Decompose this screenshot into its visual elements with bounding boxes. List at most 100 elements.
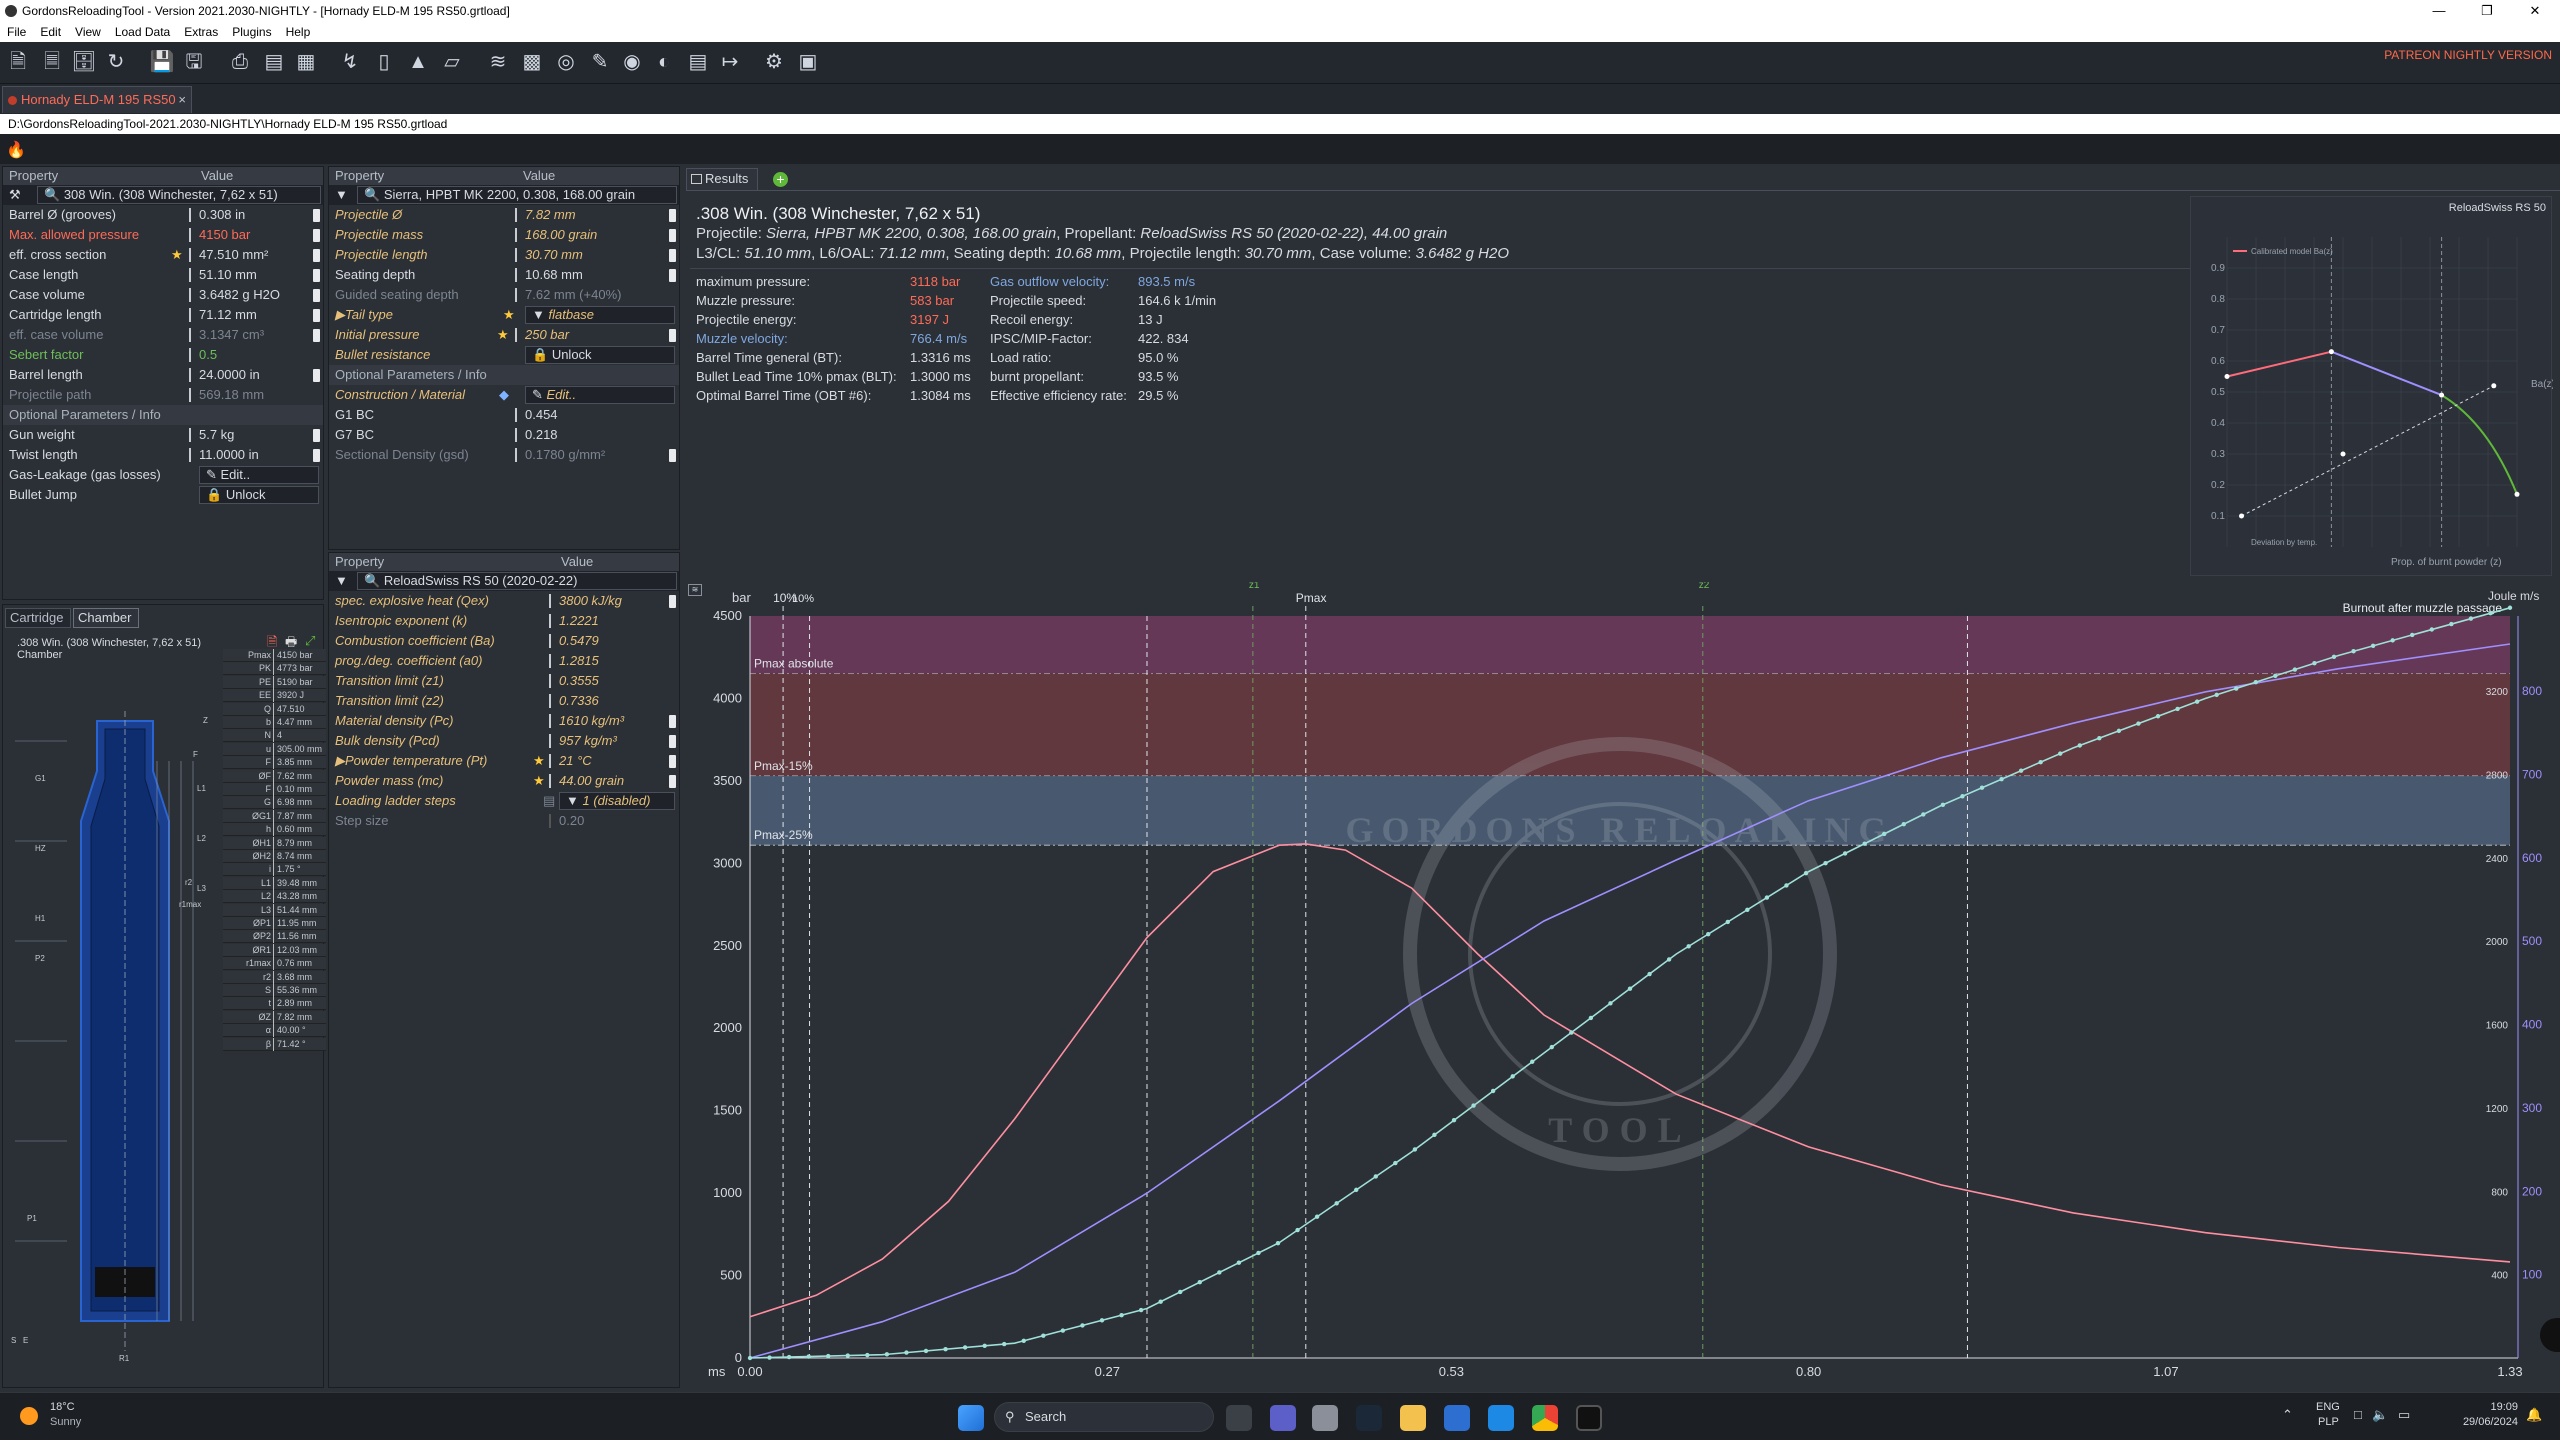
chamber-dim-row[interactable]: β 71.42 ° xyxy=(223,1037,326,1051)
prop-value[interactable]: 71.12 mm xyxy=(189,308,257,322)
material-icon[interactable]: ◆ xyxy=(499,385,509,405)
tab-cartridge[interactable]: Cartridge xyxy=(5,608,71,628)
file-explorer-icon[interactable] xyxy=(1400,1405,1426,1431)
document-tab[interactable]: Hornady ELD-M 195 RS50 × xyxy=(2,86,192,113)
prop-row[interactable]: Construction / Material ◆ ✎ Edit.. xyxy=(329,385,679,405)
prop-value[interactable]: 1.2221 xyxy=(549,614,599,628)
tab-results[interactable]: Results xyxy=(686,168,758,190)
prop-row[interactable]: prog./deg. coefficient (a0) 1.2815 xyxy=(329,651,679,671)
chamber-dim-row[interactable]: h 0.60 mm xyxy=(223,823,326,837)
report-icon[interactable]: ▤ xyxy=(260,48,288,76)
spinner[interactable] xyxy=(313,249,320,262)
prop-row[interactable]: Case length 51.10 mm xyxy=(3,265,323,285)
prop-value[interactable]: 21 °C xyxy=(549,754,592,768)
star-icon[interactable]: ★ xyxy=(533,771,545,791)
prop-value[interactable]: 7.82 mm xyxy=(515,208,576,222)
ladder-steps-combo[interactable]: ▼ 1 (disabled) xyxy=(559,792,675,810)
prop-value[interactable]: 4150 bar xyxy=(189,228,250,242)
chamber-dim-row[interactable]: F 0.10 mm xyxy=(223,783,326,796)
maximize-button[interactable]: ❐ xyxy=(2464,0,2510,22)
dial-icon[interactable]: ◉ xyxy=(618,48,646,76)
notification-icon[interactable]: 🔔 xyxy=(2526,1407,2542,1423)
prop-row[interactable]: Transition limit (z1) 0.3555 xyxy=(329,671,679,691)
gauge-icon[interactable]: ◐ xyxy=(650,48,678,76)
bullet-jump-unlock-button[interactable]: 🔒 Unlock xyxy=(199,486,319,504)
menu-load-data[interactable]: Load Data xyxy=(108,22,177,42)
chamber-dim-row[interactable]: PE 5190 bar xyxy=(223,675,326,689)
prop-row[interactable]: Bullet Jump 🔒 Unlock xyxy=(3,485,323,505)
lang-indicator-2[interactable]: PLP xyxy=(2318,1416,2339,1428)
spinner[interactable] xyxy=(313,229,320,242)
print-icon[interactable]: ⎙ xyxy=(226,48,254,76)
chamber-dim-row[interactable]: r1max 0.76 mm xyxy=(223,957,326,971)
prop-row[interactable]: Cartridge length 71.12 mm xyxy=(3,305,323,325)
prop-value[interactable]: 5.7 kg xyxy=(189,428,234,442)
chamber-dim-row[interactable]: Pmax 4150 bar xyxy=(223,649,326,662)
spinner[interactable] xyxy=(669,735,676,748)
projectile-selector[interactable]: ▼ 🔍 Sierra, HPBT MK 2200, 0.308, 168.00 … xyxy=(329,185,679,205)
chamber-dim-row[interactable]: L1 39.48 mm xyxy=(223,876,326,890)
prop-value[interactable]: 51.10 mm xyxy=(189,268,257,282)
chamber-dim-row[interactable]: ØF 7.62 mm xyxy=(223,769,326,783)
spinner[interactable] xyxy=(669,269,676,282)
target-icon[interactable]: ◎ xyxy=(552,48,580,76)
cartridge-selector[interactable]: ⚒ 🔍 308 Win. (308 Winchester, 7,62 x 51) xyxy=(3,185,323,205)
chamber-dim-row[interactable]: u 305.00 mm xyxy=(223,742,326,756)
chamber-dim-row[interactable]: ØG1 7.87 mm xyxy=(223,809,326,823)
spinner[interactable] xyxy=(313,269,320,282)
prop-value[interactable]: 957 kg/m³ xyxy=(549,734,617,748)
chamber-dim-row[interactable]: ØP1 11.95 mm xyxy=(223,917,326,930)
bullet-icon[interactable]: ▲ xyxy=(404,48,432,76)
prop-row[interactable]: Case volume 3.6482 g H2O xyxy=(3,285,323,305)
chamber-dim-row[interactable]: G 6.98 mm xyxy=(223,796,326,810)
collapse-icon[interactable]: ▼ xyxy=(335,185,348,205)
cartridge-combo[interactable]: 🔍 308 Win. (308 Winchester, 7,62 x 51) xyxy=(37,186,321,204)
minimize-button[interactable]: — xyxy=(2416,0,2462,22)
prop-value[interactable]: 24.0000 in xyxy=(189,368,260,382)
battery-icon[interactable]: ▭ xyxy=(2398,1407,2410,1423)
spinner[interactable] xyxy=(669,755,676,768)
menu-extras[interactable]: Extras xyxy=(177,22,225,42)
chamber-dim-row[interactable]: α 40.00 ° xyxy=(223,1024,326,1038)
prop-row[interactable]: Powder mass (mc) ★ 44.00 grain xyxy=(329,771,679,791)
menu-plugins[interactable]: Plugins xyxy=(225,22,278,42)
weather-desc[interactable]: Sunny xyxy=(50,1416,81,1428)
prop-value[interactable]: 1610 kg/m³ xyxy=(549,714,624,728)
expand-icon[interactable]: ⤢ xyxy=(305,633,315,649)
close-tab-icon[interactable]: × xyxy=(178,87,186,113)
prop-row[interactable]: Twist length 11.0000 in xyxy=(3,445,323,465)
projectile-combo[interactable]: 🔍 Sierra, HPBT MK 2200, 0.308, 168.00 gr… xyxy=(357,186,677,204)
prop-value[interactable]: 168.00 grain xyxy=(515,228,597,242)
collapse-icon[interactable]: ▼ xyxy=(335,571,348,591)
prop-value[interactable]: 0.454 xyxy=(515,408,558,422)
spinner[interactable] xyxy=(313,329,320,342)
spinner[interactable] xyxy=(669,229,676,242)
chamber-dim-row[interactable]: i 1.75 ° xyxy=(223,863,326,877)
spinner[interactable] xyxy=(669,595,676,608)
prop-row[interactable]: Barrel Ø (grooves) 0.308 in xyxy=(3,205,323,225)
prop-row[interactable]: Material density (Pc) 1610 kg/m³ xyxy=(329,711,679,731)
fire-icon[interactable]: 🔥 xyxy=(6,140,26,160)
prop-row[interactable]: Projectile Ø 7.82 mm xyxy=(329,205,679,225)
chamber-dim-row[interactable]: r2 3.68 mm xyxy=(223,970,326,984)
chart-options-icon[interactable]: ≋ xyxy=(688,584,702,596)
prop-value[interactable]: 250 bar xyxy=(515,328,569,342)
prop-row[interactable]: G7 BC 0.218 xyxy=(329,425,679,445)
spinner[interactable] xyxy=(313,309,320,322)
powder-icon[interactable]: ▱ xyxy=(438,48,466,76)
prop-value[interactable]: 3.6482 g H2O xyxy=(189,288,280,302)
prop-row[interactable]: Bullet resistance 🔒 Unlock xyxy=(329,345,679,365)
settings-icon[interactable]: ⚙ xyxy=(760,48,788,76)
chamber-dim-row[interactable]: Q47.510 mm² xyxy=(223,702,326,729)
prop-row[interactable]: Projectile mass 168.00 grain xyxy=(329,225,679,245)
star-icon[interactable]: ★ xyxy=(503,305,515,325)
prop-value[interactable]: 0.308 in xyxy=(189,208,245,222)
chamber-dim-row[interactable]: ØZ 7.82 mm xyxy=(223,1010,326,1024)
app-icon[interactable] xyxy=(1312,1405,1338,1431)
chamber-dim-row[interactable]: S 55.36 mm xyxy=(223,984,326,997)
star-icon[interactable]: ★ xyxy=(497,325,509,345)
prop-row[interactable]: Transition limit (z2) 0.7336 xyxy=(329,691,679,711)
store-icon[interactable] xyxy=(1444,1405,1470,1431)
prop-value[interactable]: 10.68 mm xyxy=(515,268,583,282)
chrome-icon[interactable] xyxy=(1532,1405,1558,1431)
